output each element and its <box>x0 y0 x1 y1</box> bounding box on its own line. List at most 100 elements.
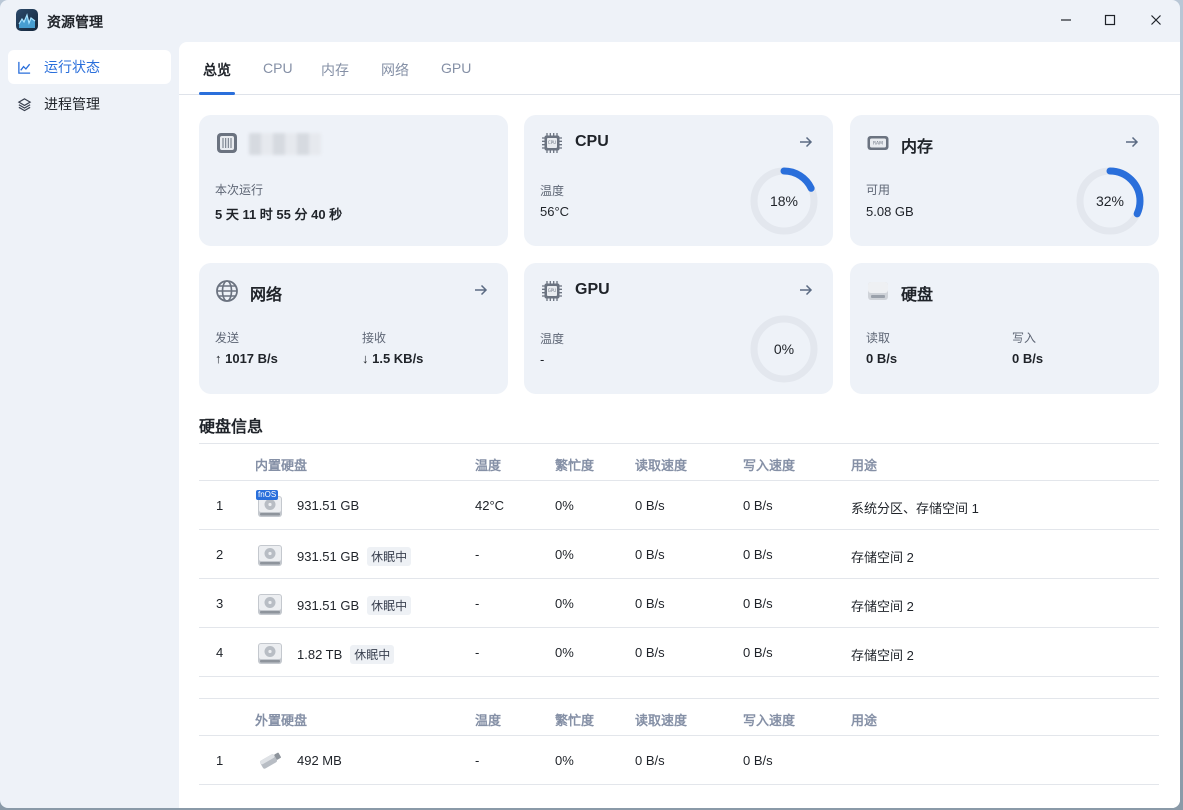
gpu-temp-value: - <box>540 352 545 367</box>
disk-read-speed: 0 B/s <box>635 596 665 611</box>
table-header: 内置硬盘 温度 繁忙度 读取速度 写入速度 用途 <box>199 443 1159 481</box>
column-header: 外置硬盘 <box>255 713 308 728</box>
network-send-label: 发送 <box>215 331 240 345</box>
sidebar: 运行状态 进程管理 <box>0 42 179 808</box>
disk-usage: 存储空间 2 <box>851 648 914 663</box>
disk-temp: 42°C <box>475 498 505 513</box>
disk-size-cell: 931.51 GB 休眠中 <box>297 547 412 566</box>
network-send-value: ↑ 1017 B/s <box>215 351 278 366</box>
disk-busy: 0% <box>555 498 574 513</box>
disk-write-speed: 0 B/s <box>743 645 773 660</box>
table-row[interactable]: 2 931.51 GB 休眠中 - 0% 0 B/s 0 B/s 存储空间 2 <box>199 530 1159 579</box>
disk-temp: - <box>475 596 480 611</box>
minimize-button[interactable] <box>1050 6 1082 34</box>
line-chart-icon <box>16 59 32 75</box>
sidebar-item-label: 进程管理 <box>44 96 100 112</box>
app-logo-icon <box>16 9 38 31</box>
app-window: 资源管理 运行状态 进程管理 总览 CPU 内存 网络 GPU 本次运行 5 天… <box>0 0 1180 808</box>
memory-card[interactable]: RAM 内存 可用 5.08 GB 32% <box>850 115 1159 246</box>
disk-info-title: 硬盘信息 <box>199 419 264 436</box>
close-button[interactable] <box>1140 6 1172 34</box>
disk-card-title: 硬盘 <box>901 287 934 304</box>
disk-size-cell: 931.51 GB 休眠中 <box>297 596 412 615</box>
memory-available-label: 可用 <box>866 183 891 197</box>
disk-read-value: 0 B/s <box>866 351 898 366</box>
column-header: 写入速度 <box>743 458 796 473</box>
globe-icon <box>215 279 239 303</box>
network-detail-arrow-icon[interactable] <box>472 281 490 299</box>
disk-size: 931.51 GB <box>297 498 360 513</box>
disk-temp: - <box>475 547 480 562</box>
network-card-title: 网络 <box>250 287 283 304</box>
column-header: 内置硬盘 <box>255 458 308 473</box>
tab-overview[interactable]: 总览 <box>203 60 231 80</box>
network-card[interactable]: 网络 发送 ↑ 1017 B/s 接收 ↓ 1.5 KB/s <box>199 263 508 394</box>
disk-busy: 0% <box>555 645 574 660</box>
memory-detail-arrow-icon[interactable] <box>1123 133 1141 151</box>
hard-disk-icon: fnOS <box>256 490 283 519</box>
disk-usage: 存储空间 2 <box>851 599 914 614</box>
maximize-button[interactable] <box>1094 6 1126 34</box>
tab-cpu[interactable]: CPU <box>263 60 293 76</box>
row-index: 1 <box>216 753 224 768</box>
tab-network[interactable]: 网络 <box>381 60 409 80</box>
disk-size: 931.51 GB <box>297 598 360 613</box>
svg-text:RAM: RAM <box>873 141 883 147</box>
row-index: 1 <box>216 498 224 513</box>
disk-write-label: 写入 <box>1012 331 1037 345</box>
disk-busy: 0% <box>555 547 574 562</box>
disk-write-speed: 0 B/s <box>743 547 773 562</box>
gpu-temp-label: 温度 <box>540 332 565 346</box>
gpu-card-title: GPU <box>575 281 610 298</box>
disk-usage: 存储空间 2 <box>851 550 914 565</box>
disk-temp: - <box>475 645 480 660</box>
column-header: 温度 <box>475 458 502 473</box>
usb-drive-icon <box>257 748 283 776</box>
column-header: 读取速度 <box>635 458 688 473</box>
table-row[interactable]: 1 492 MB - 0% 0 B/s 0 B/s <box>199 736 1159 785</box>
tab-gpu[interactable]: GPU <box>441 60 471 76</box>
column-header: 繁忙度 <box>555 713 595 728</box>
tab-bar: 总览 CPU 内存 网络 GPU <box>179 42 1180 95</box>
svg-text:GPU: GPU <box>548 288 557 293</box>
sidebar-item-status[interactable]: 运行状态 <box>8 50 171 84</box>
cpu-card[interactable]: CPU CPU 温度 56°C 18% <box>524 115 833 246</box>
cpu-temp-label: 温度 <box>540 184 565 198</box>
disk-write-value: 0 B/s <box>1012 351 1044 366</box>
hard-disk-icon <box>257 589 283 617</box>
disk-read-speed: 0 B/s <box>635 547 665 562</box>
table-header: 外置硬盘 温度 繁忙度 读取速度 写入速度 用途 <box>199 698 1159 736</box>
table-row[interactable]: 3 931.51 GB 休眠中 - 0% 0 B/s 0 B/s 存储空间 2 <box>199 579 1159 628</box>
memory-card-title: 内存 <box>901 139 934 156</box>
app-title: 资源管理 <box>47 14 103 30</box>
sidebar-item-processes[interactable]: 进程管理 <box>8 87 171 121</box>
column-header: 写入速度 <box>743 713 796 728</box>
cpu-usage-percent: 18% <box>769 193 799 209</box>
disk-read-speed: 0 B/s <box>635 645 665 660</box>
table-row[interactable]: 4 1.82 TB 休眠中 - 0% 0 B/s 0 B/s 存储空间 2 <box>199 628 1159 677</box>
cpu-detail-arrow-icon[interactable] <box>797 133 815 151</box>
disk-read-speed: 0 B/s <box>635 498 665 513</box>
tab-active-indicator <box>199 92 235 95</box>
chip-icon <box>215 131 239 155</box>
uptime-value: 5 天 11 时 55 分 40 秒 <box>215 207 343 222</box>
network-receive-value: ↓ 1.5 KB/s <box>362 351 424 366</box>
disk-read-label: 读取 <box>866 331 891 345</box>
uptime-label: 本次运行 <box>215 183 264 197</box>
hard-disk-icon <box>257 638 283 666</box>
gpu-detail-arrow-icon[interactable] <box>797 281 815 299</box>
svg-text:CPU: CPU <box>548 140 556 145</box>
system-disk-tag: fnOS <box>256 490 279 500</box>
row-index: 4 <box>216 645 224 660</box>
network-receive-label: 接收 <box>362 331 387 345</box>
tab-memory[interactable]: 内存 <box>321 60 349 80</box>
sidebar-item-label: 运行状态 <box>44 59 100 75</box>
disk-busy: 0% <box>555 753 574 768</box>
system-card: 本次运行 5 天 11 时 55 分 40 秒 <box>199 115 508 246</box>
gpu-card[interactable]: GPU GPU 温度 - 0% <box>524 263 833 394</box>
device-name-redacted <box>249 133 321 155</box>
close-icon <box>1151 15 1161 25</box>
disk-usage: 系统分区、存储空间 1 <box>851 501 979 516</box>
column-header: 用途 <box>851 713 878 728</box>
table-row[interactable]: 1 fnOS 931.51 GB 42°C 0% 0 B/s 0 B/s 系统分… <box>199 481 1159 530</box>
